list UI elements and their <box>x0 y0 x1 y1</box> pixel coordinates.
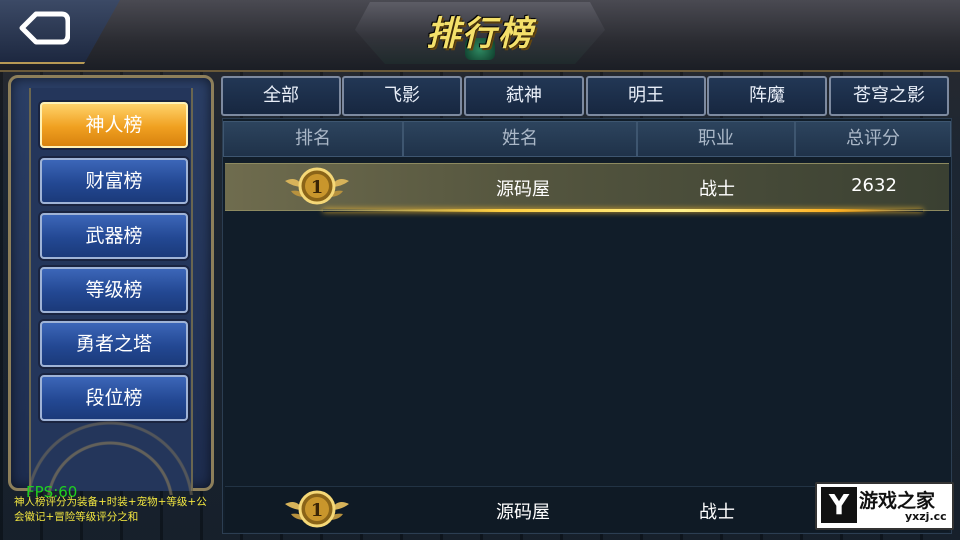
column-header-name: 姓名 <box>403 121 637 157</box>
my-rank-number: 1 <box>311 500 324 521</box>
row-class: 战士 <box>699 179 735 200</box>
column-header-rank: 排名 <box>223 121 403 157</box>
sidebar-item-level-ranking[interactable]: 等级榜 <box>40 267 188 313</box>
ranking-table: 排名 姓名 职业 总评分 1 源码屋 战士 2632 1 源码屋 战士 <box>222 118 952 534</box>
highlight-glow <box>323 209 923 212</box>
score-tip: 神人榜评分为装备+时装+宠物+等级+公会徽记+冒险等级评分之和 <box>14 496 207 523</box>
page-title: 排行榜 <box>426 14 534 54</box>
my-rank-class: 战士 <box>699 502 735 523</box>
tab-cangqiong[interactable]: 苍穹之影 <box>829 76 949 116</box>
sidebar-item-hero-tower[interactable]: 勇者之塔 <box>40 321 188 367</box>
sidebar-item-gods-ranking[interactable]: 神人榜 <box>40 102 188 148</box>
tab-zhenmo[interactable]: 阵魔 <box>707 76 827 116</box>
column-header-class: 职业 <box>637 121 795 157</box>
watermark-logo: Y 游戏之家 yxzj.cc <box>815 482 954 530</box>
tab-all[interactable]: 全部 <box>221 76 341 116</box>
row-score: 2632 <box>851 175 897 196</box>
sidebar-ornament <box>0 395 220 495</box>
my-rank-medal-icon: 1 <box>285 490 349 528</box>
row-name: 源码屋 <box>496 179 550 200</box>
table-header: 排名 姓名 职业 总评分 <box>223 121 951 157</box>
logo-mark-icon: Y <box>821 487 857 523</box>
column-header-score: 总评分 <box>795 121 951 157</box>
rank-number: 1 <box>311 177 324 198</box>
sidebar-item-weapon-ranking[interactable]: 武器榜 <box>40 213 188 259</box>
back-arrow-icon <box>19 11 70 45</box>
tab-feiying[interactable]: 飞影 <box>342 76 462 116</box>
table-row[interactable]: 1 源码屋 战士 2632 <box>225 163 949 211</box>
sidebar-item-wealth-ranking[interactable]: 财富榜 <box>40 158 188 204</box>
logo-site-name: 游戏之家 <box>859 490 936 512</box>
tab-mingwang[interactable]: 明王 <box>586 76 706 116</box>
rank-medal-icon: 1 <box>285 167 349 205</box>
logo-site-url: yxzj.cc <box>905 510 947 523</box>
tab-shishen[interactable]: 弑神 <box>464 76 584 116</box>
my-rank-name: 源码屋 <box>496 502 550 523</box>
